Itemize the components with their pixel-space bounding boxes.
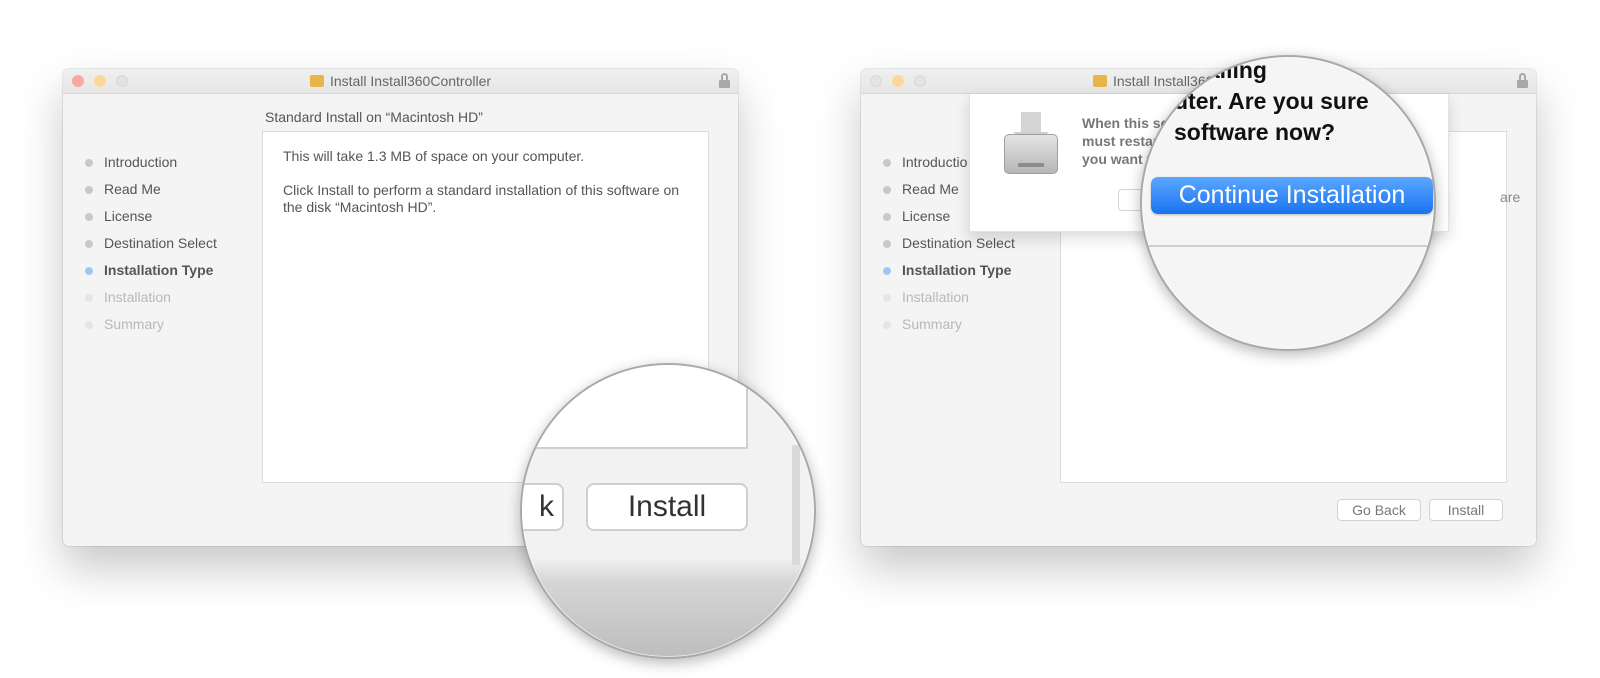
go-back-button[interactable]: Go Back [1337,499,1421,521]
step-label: Installation [902,289,969,305]
install-instructions-text: Click Install to perform a standard inst… [283,182,680,215]
lock-icon[interactable] [719,73,730,88]
step-label: License [104,208,153,224]
window-title-text: Install Install360Controller [329,73,492,89]
step-summary: Summary [83,311,263,338]
step-dot [85,321,93,329]
step-label: Installation Type [104,262,214,278]
step-dot [883,213,891,221]
step-dot [85,159,93,167]
sheet-trailing-text: are [1500,189,1521,205]
zoomed-warning-text: installing uter. Are you sure software n… [1166,57,1369,148]
step-dot [883,186,891,194]
zoomed-warning-line: software now? [1174,119,1336,145]
continue-installation-button[interactable]: Continue Installation [1151,177,1433,214]
magnifier-continue-installation: installing uter. Are you sure software n… [1140,55,1436,351]
step-installation: Installation [83,284,263,311]
step-dot [883,240,891,248]
step-dot [85,294,93,302]
install-button[interactable]: Install [1429,499,1503,521]
screenshot-canvas: Install Install360Controller Introductio… [0,0,1600,678]
window-title: Install Install360Controller [63,73,738,89]
step-label: Summary [902,316,962,332]
step-label: Read Me [902,181,959,197]
step-label: Summary [104,316,164,332]
step-label: Installation [104,289,171,305]
magnifier-install-button: k Install [520,363,816,659]
step-label: License [902,208,951,224]
step-introduction: Introduction [83,149,263,176]
package-icon [1093,75,1107,87]
installer-disk-icon [1004,112,1058,174]
step-label: Read Me [104,181,161,197]
step-destination-select: Destination Select [83,230,263,257]
zoomed-content-panel [522,365,748,449]
step-dot [85,213,93,221]
step-dot-active [85,267,93,275]
zoomed-window-edge [792,445,800,565]
zoomed-sheet-edge [1142,245,1434,247]
step-label: Introductio [902,154,968,170]
step-label: Destination Select [902,235,1015,251]
space-required-text: This will take 1.3 MB of space on your c… [283,148,585,164]
step-license: License [83,203,263,230]
step-dot [883,294,891,302]
step-installation-type: Installation Type [83,257,263,284]
step-dot-active [883,267,891,275]
step-label: Introduction [104,154,178,170]
step-installation: Installation [881,284,1061,311]
step-summary: Summary [881,311,1061,338]
step-label: Destination Select [104,235,217,251]
install-heading: Standard Install on “Macintosh HD” [265,109,483,125]
step-read-me: Read Me [83,176,263,203]
step-label: Installation Type [902,262,1012,278]
zoomed-warning-line: installing [1166,57,1267,83]
package-icon [309,75,324,87]
zoomed-install-button[interactable]: Install [586,483,748,531]
step-installation-type: Installation Type [881,257,1061,284]
step-dot [85,240,93,248]
zoomed-go-back-button[interactable]: k [522,483,564,531]
title-bar: Install Install360Controller [63,69,738,94]
zoomed-warning-line: uter. Are you sure [1174,88,1369,114]
step-dot [85,186,93,194]
step-destination-select: Destination Select [881,230,1061,257]
step-dot [883,321,891,329]
lock-icon[interactable] [1517,73,1528,88]
step-dot [883,159,891,167]
installer-steps: Introduction Read Me License Destination… [83,149,263,338]
